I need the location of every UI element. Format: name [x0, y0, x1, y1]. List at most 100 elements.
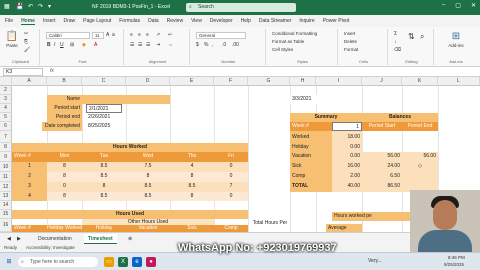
row-header[interactable]: 5: [0, 113, 12, 122]
column-header[interactable]: B: [47, 77, 82, 86]
conditional-formatting-button[interactable]: Conditional Formatting: [272, 30, 317, 37]
hw-cell[interactable]: 8.5: [82, 192, 126, 201]
orientation-icon[interactable]: ↗: [156, 32, 160, 39]
paste-button[interactable]: 📋 Paste: [4, 31, 20, 48]
hw-week-cell[interactable]: 2: [12, 172, 47, 182]
addins-button[interactable]: ⊞ Add-ins: [444, 31, 468, 48]
align-center-icon[interactable]: ☰: [138, 42, 142, 49]
row-header[interactable]: 12: [0, 182, 12, 192]
row-header[interactable]: 10: [0, 162, 12, 172]
column-header[interactable]: F: [214, 77, 248, 86]
close-icon[interactable]: ✕: [471, 2, 476, 9]
row-header[interactable]: 16: [0, 219, 12, 232]
insert-cells-button[interactable]: Insert: [344, 30, 355, 37]
increase-font-icon[interactable]: A: [106, 32, 109, 39]
tab-file[interactable]: File: [5, 18, 13, 24]
autosum-icon[interactable]: Σ: [394, 31, 397, 38]
percent-icon[interactable]: %: [204, 42, 208, 49]
redo-icon[interactable]: ↷: [38, 3, 43, 12]
name-box[interactable]: K3: [3, 68, 43, 76]
tab-power-pivot[interactable]: Power Pivot: [323, 18, 350, 24]
column-header[interactable]: G: [248, 77, 290, 86]
row-header[interactable]: 3: [0, 95, 12, 104]
row-header[interactable]: 8: [0, 143, 12, 152]
row-header[interactable]: 14: [0, 201, 12, 210]
format-painter-icon[interactable]: 🖌: [24, 47, 30, 54]
undo-icon[interactable]: ↶: [28, 3, 33, 12]
clock-time[interactable]: 8:46 PM: [448, 255, 465, 260]
summary-row-value[interactable]: 0.00: [332, 143, 362, 152]
align-middle-icon[interactable]: ≡: [138, 32, 141, 39]
tab-data[interactable]: Data: [148, 18, 159, 24]
row-header[interactable]: 13: [0, 192, 12, 201]
tab-inquire[interactable]: Inquire: [299, 18, 314, 24]
summary-row-value[interactable]: 2.00: [332, 172, 362, 182]
spreadsheet-grid[interactable]: A B C D E F G H I J K L 2 3 4 5 6 7 8 9 …: [0, 77, 480, 232]
column-header[interactable]: D: [126, 77, 170, 86]
tab-review[interactable]: Review: [167, 18, 183, 24]
copy-icon[interactable]: ⎘: [24, 39, 28, 46]
column-header[interactable]: A: [12, 77, 47, 86]
fx-icon[interactable]: fx: [50, 68, 54, 74]
row-header[interactable]: 11: [0, 172, 12, 182]
hw-cell[interactable]: 8.5: [126, 192, 170, 201]
hw-cell[interactable]: 8: [170, 172, 214, 182]
hw-cell[interactable]: 0: [214, 192, 248, 201]
search-box[interactable]: ⌕ Search: [186, 3, 296, 12]
align-right-icon[interactable]: ☰: [146, 42, 150, 49]
hw-cell[interactable]: 8.5: [82, 162, 126, 172]
underline-icon[interactable]: U: [60, 42, 64, 49]
summary-date[interactable]: 3/3/2021: [290, 95, 330, 104]
italic-icon[interactable]: I: [54, 42, 55, 49]
hw-week-cell[interactable]: 3: [12, 182, 47, 192]
row-header[interactable]: 2: [0, 86, 12, 95]
tab-home[interactable]: Home: [21, 18, 35, 25]
indent-icon[interactable]: ⇥: [156, 42, 160, 49]
column-header[interactable]: K: [402, 77, 438, 86]
hw-week-cell[interactable]: 4: [12, 192, 47, 201]
hw-cell[interactable]: 7: [214, 182, 248, 192]
maximize-icon[interactable]: ▢: [455, 2, 461, 9]
windows-start-icon[interactable]: ⊞: [4, 257, 14, 267]
summary-row-value[interactable]: 0.00: [332, 152, 362, 162]
hw-cell[interactable]: 8.5: [126, 182, 170, 192]
align-bottom-icon[interactable]: ≡: [146, 32, 149, 39]
minimize-icon[interactable]: –: [442, 2, 445, 9]
period-end-value[interactable]: 2/26/2021: [86, 113, 122, 122]
name-value-cell[interactable]: [82, 95, 170, 104]
borders-icon[interactable]: ⊞: [70, 42, 74, 49]
column-header[interactable]: H: [290, 77, 316, 86]
decrease-decimal-icon[interactable]: .00: [232, 42, 239, 49]
next-sheet-icon[interactable]: ▶: [13, 234, 25, 244]
hw-cell[interactable]: 8: [47, 192, 82, 201]
tab-page-layout[interactable]: Page Layout: [83, 18, 111, 24]
cell-cursor-icon[interactable]: ◇: [402, 162, 438, 172]
align-left-icon[interactable]: ☰: [130, 42, 134, 49]
save-icon[interactable]: 💾: [16, 3, 23, 12]
accessibility-status[interactable]: Accessibility: Investigate: [26, 244, 75, 252]
tab-developer[interactable]: Developer: [210, 18, 233, 24]
tab-view[interactable]: View: [191, 18, 202, 24]
row-header[interactable]: 4: [0, 104, 12, 113]
wrap-text-icon[interactable]: ↵: [168, 32, 172, 39]
clock-date[interactable]: 8/25/2025: [444, 262, 464, 267]
row-header[interactable]: 7: [0, 131, 12, 143]
cell-styles-button[interactable]: Cell Styles: [272, 46, 293, 53]
balance-total-start[interactable]: 86.50: [362, 182, 402, 192]
edge-icon[interactable]: e: [132, 257, 142, 267]
hw-cell[interactable]: 8: [82, 182, 126, 192]
summary-row-value[interactable]: 18.00: [332, 131, 362, 143]
row-header[interactable]: 6: [0, 122, 12, 131]
tab-formulas[interactable]: Formulas: [119, 18, 140, 24]
tab-draw[interactable]: Draw: [63, 18, 75, 24]
font-size-select[interactable]: 11: [92, 32, 104, 39]
format-as-table-button[interactable]: Format as Table: [272, 38, 304, 45]
currency-icon[interactable]: $: [196, 42, 199, 49]
add-sheet-icon[interactable]: ⊕: [124, 234, 136, 244]
balance-start-value[interactable]: 56.00: [362, 152, 402, 162]
bold-icon[interactable]: B: [47, 42, 51, 49]
column-header[interactable]: C: [82, 77, 126, 86]
period-start-value[interactable]: 2/1/2021: [86, 104, 122, 113]
tab-data-streamer[interactable]: Data Streamer: [259, 18, 292, 24]
hw-cell[interactable]: 8: [126, 172, 170, 182]
